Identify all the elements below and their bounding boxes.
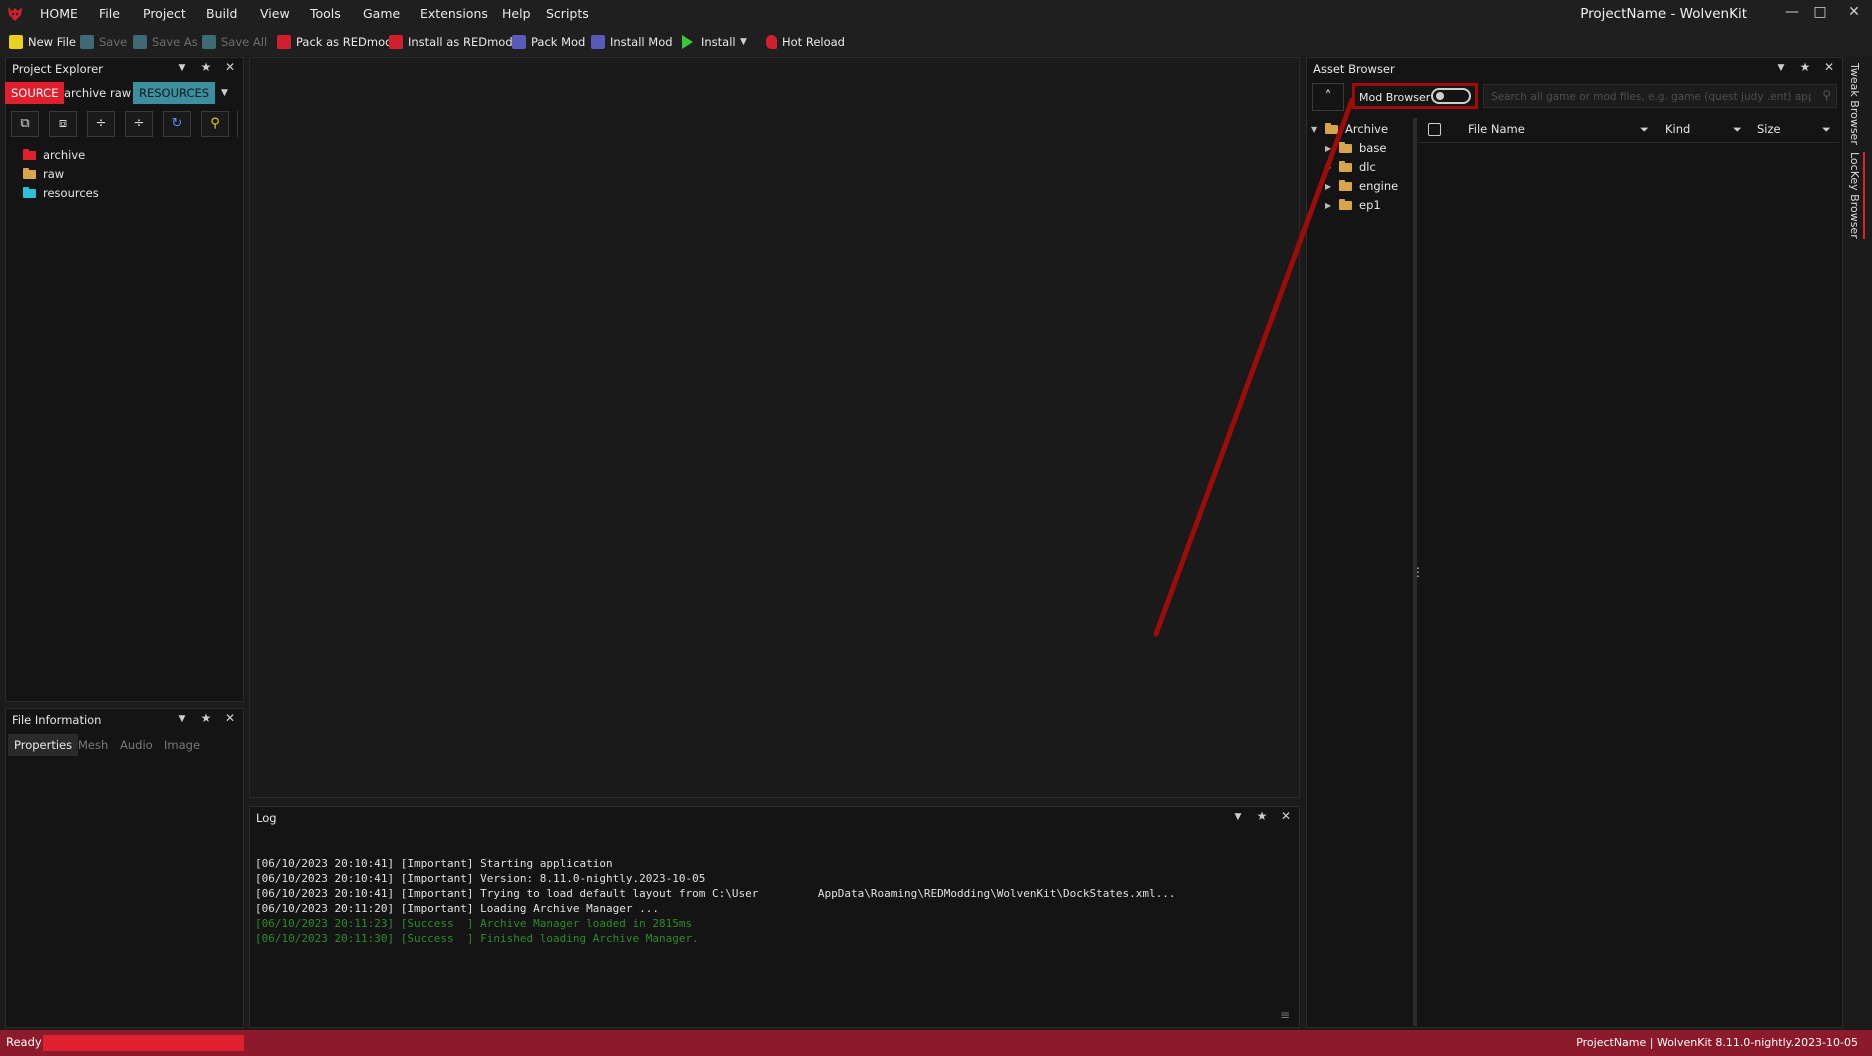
tab-tweak-browser[interactable]: Tweak Browser — [1848, 63, 1861, 145]
tab-lockey-browser[interactable]: LocKey Browser — [1848, 152, 1865, 239]
status-bar: Ready ProjectName | WolvenKit 8.11.0-nig… — [0, 1030, 1872, 1056]
progress-bar — [43, 1035, 244, 1051]
status-ready: Ready — [6, 1035, 42, 1049]
annotation-arrow — [1153, 97, 1355, 637]
status-version: ProjectName | WolvenKit 8.11.0-nightly.2… — [1576, 1036, 1858, 1049]
